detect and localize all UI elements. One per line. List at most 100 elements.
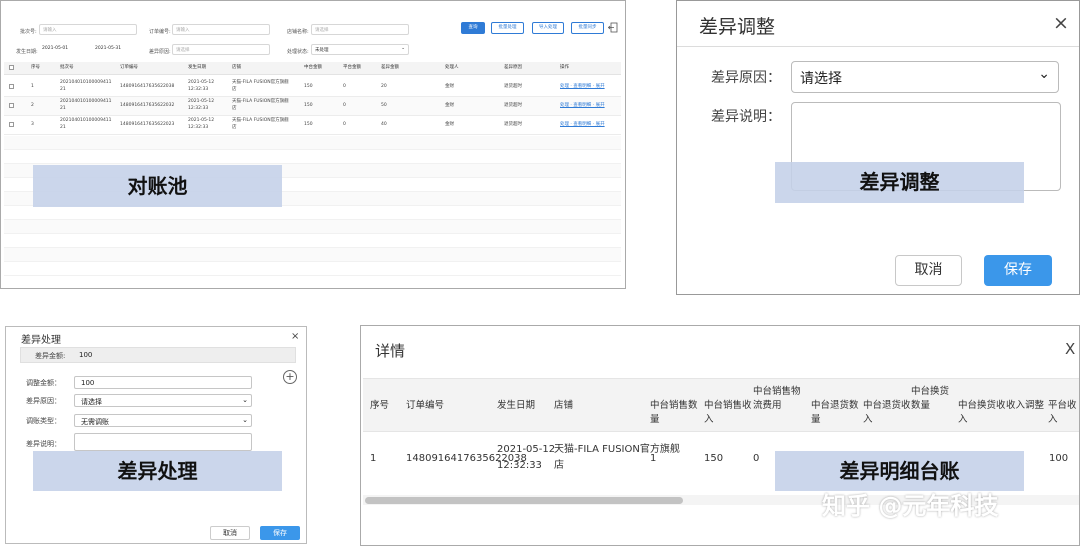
panel-title: 详情 <box>375 342 406 360</box>
reason-select[interactable]: 请选择 ⌄ <box>74 394 252 407</box>
row-batch: 202104010100009411 <box>60 118 112 123</box>
close-icon[interactable]: × <box>1053 12 1069 34</box>
adjust-amount-label: 调整金额： <box>26 379 61 387</box>
reason-label: 差异原因: <box>149 49 171 55</box>
col-header: 序号 <box>31 65 40 70</box>
row-handler: 金财 <box>445 84 454 89</box>
status-select[interactable]: 未处理 ⌄ <box>311 44 409 55</box>
row-shop-cont: 店 <box>554 460 564 471</box>
order-no-label: 订单编号: <box>149 29 171 35</box>
col-header: 收入调整 <box>1006 400 1045 411</box>
row-checkbox[interactable] <box>9 103 14 108</box>
row-plat-amount: 0 <box>343 103 346 108</box>
save-button[interactable]: 保存 <box>984 255 1052 286</box>
table-row: 1 202104010100009411 21 1480916417635622… <box>4 78 621 97</box>
description-label: 差异说明： <box>711 109 781 125</box>
row-mid-amount: 150 <box>304 84 313 89</box>
watermark-text: 知乎 @元年科技 <box>822 492 999 520</box>
save-button[interactable]: 保存 <box>260 526 300 540</box>
row-shop: 天猫-FILA FUSION官方旗舰 <box>232 80 289 85</box>
col-header: 中台换货数量 <box>911 386 950 411</box>
row-date: 2021-05-12 <box>188 80 215 85</box>
date-from-input[interactable]: 2021-05-01 <box>39 44 83 55</box>
col-header: 店铺 <box>554 400 574 411</box>
scrollbar-thumb[interactable] <box>365 497 683 504</box>
detail-table-header: 序号 订单编号 发生日期 店铺 中台销售数量 中台销售收入 中台销售物流费用 中… <box>363 378 1079 432</box>
processing-dialog: 差异处理 × 差异金额: 100 调整金额： 100 + 差异原因： 请选择 ⌄… <box>5 326 307 544</box>
col-header: 中台退货数量 <box>811 400 859 425</box>
close-icon[interactable]: × <box>291 331 299 342</box>
batch-no-input[interactable]: 请输入 <box>39 24 137 35</box>
batch-no-label: 批次号: <box>20 29 37 35</box>
row-plat-amount: 0 <box>343 84 346 89</box>
row-batch: 202104010100009411 <box>60 80 112 85</box>
row-checkbox[interactable] <box>9 84 14 89</box>
col-header: 中台金额 <box>304 65 322 70</box>
row-reason: 退货超时 <box>504 122 522 127</box>
col-header: 发生日期 <box>188 65 206 70</box>
row-reason: 退货超时 <box>504 103 522 108</box>
row-no: 3 <box>31 122 34 127</box>
add-icon[interactable]: + <box>283 370 297 384</box>
amount-label: 差异金额: <box>35 352 66 360</box>
status-label: 处理状态: <box>287 49 309 55</box>
reason-value: 请选择 <box>81 398 102 406</box>
row-handler: 金财 <box>445 122 454 127</box>
exit-icon[interactable] <box>608 22 618 33</box>
order-no-input[interactable]: 请输入 <box>172 24 270 35</box>
type-value: 无需调账 <box>81 418 109 426</box>
row-time: 12:32:33 <box>497 460 542 471</box>
status-value: 未处理 <box>315 48 329 53</box>
adjust-amount-input[interactable]: 100 <box>74 376 252 389</box>
row-actions-link[interactable]: 处理 · 查看明细 · 展开 <box>560 122 605 128</box>
col-header: 中台销售数量 <box>650 400 698 425</box>
row-sales-income: 150 <box>704 453 724 464</box>
row-shop-cont: 店 <box>232 106 237 111</box>
row-no: 1 <box>370 453 377 464</box>
shop-name-select[interactable]: 请选择 <box>311 24 409 35</box>
row-shop-cont: 店 <box>232 87 237 92</box>
reason-select[interactable]: 请选择 <box>172 44 270 55</box>
row-platform-income: 100 <box>1049 453 1069 464</box>
row-time: 12:32:33 <box>188 125 209 130</box>
batch-export-button[interactable]: 批量同步 <box>571 22 604 34</box>
reason-label: 差异原因： <box>711 70 781 86</box>
col-header: 操作 <box>560 65 569 70</box>
type-select[interactable]: 无需调账 ⌄ <box>74 414 252 427</box>
reason-select[interactable]: 请选择 ⌄ <box>791 61 1059 93</box>
row-actions-link[interactable]: 处理 · 查看明细 · 展开 <box>560 84 605 90</box>
row-logistics: 0 <box>753 453 760 464</box>
import-process-button[interactable]: 导入处理 <box>532 22 564 34</box>
col-header: 订单编号 <box>406 400 445 411</box>
reconciliation-pool-panel: 批次号: 请输入 订单编号: 请输入 店铺名称: 请选择 发生日期: 2021-… <box>0 0 626 289</box>
cancel-button[interactable]: 取消 <box>895 255 962 286</box>
row-order: 1480916417635622032 <box>120 103 175 108</box>
col-header: 中台换货收入 <box>958 400 1006 425</box>
reason-value: 请选择 <box>800 71 842 87</box>
row-checkbox[interactable] <box>9 122 14 127</box>
chevron-down-icon: ⌄ <box>242 396 248 404</box>
description-textarea[interactable] <box>74 433 252 451</box>
row-no: 1 <box>31 84 34 89</box>
divider <box>677 46 1079 47</box>
row-time: 12:32:33 <box>188 106 209 111</box>
col-header: 中台退货收入 <box>863 400 911 425</box>
row-actions-link[interactable]: 处理 · 查看明细 · 展开 <box>560 103 605 109</box>
amount-row: 差异金额: 100 <box>20 347 296 363</box>
row-shop: 天猫-FILA FUSION官方旗舰 <box>554 444 680 455</box>
date-label: 发生日期: <box>16 49 38 55</box>
row-batch-cont: 21 <box>60 87 66 92</box>
row-batch: 202104010100009411 <box>60 99 112 104</box>
close-icon[interactable]: X <box>1065 340 1075 358</box>
chevron-down-icon: ⌄ <box>401 46 405 51</box>
date-to-input[interactable]: 2021-05-31 <box>92 44 136 55</box>
col-header: 批次号 <box>60 65 74 70</box>
query-button[interactable]: 查询 <box>461 22 485 34</box>
chevron-down-icon: ⌄ <box>1038 66 1050 82</box>
col-header: 订单编号 <box>120 65 138 70</box>
cancel-button[interactable]: 取消 <box>210 526 250 540</box>
empty-table-area <box>4 136 621 286</box>
batch-process-button[interactable]: 批量处理 <box>491 22 524 34</box>
select-all-checkbox[interactable] <box>9 65 14 70</box>
table-row: 2 202104010100009411 21 1480916417635622… <box>4 97 621 116</box>
